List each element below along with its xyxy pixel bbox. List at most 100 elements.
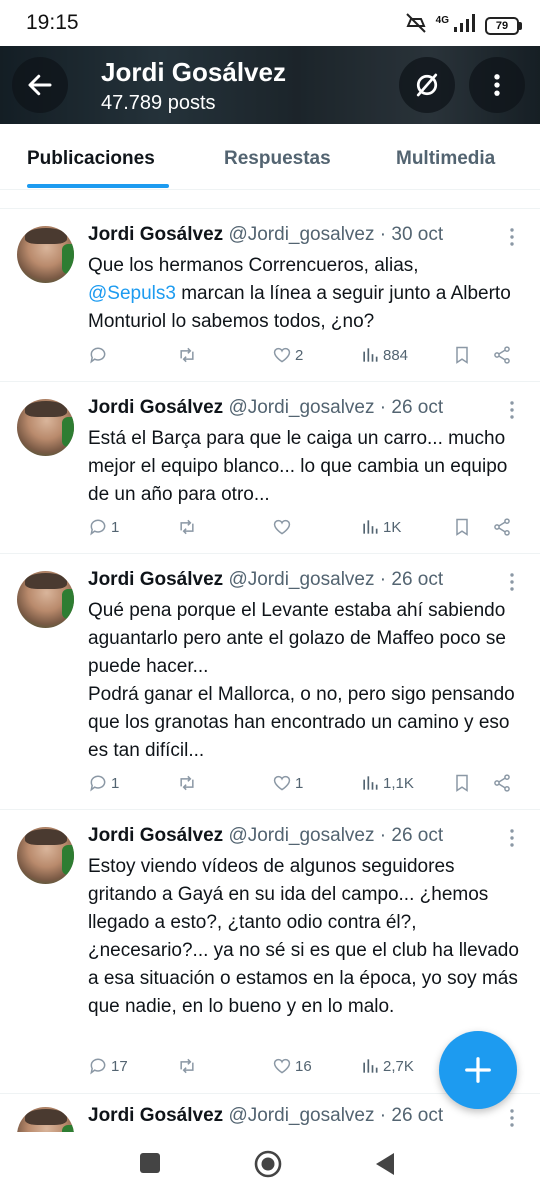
like-count: 1 (295, 774, 304, 792)
notifications-off-button[interactable] (399, 57, 455, 113)
retweet-button[interactable] (176, 517, 201, 537)
more-vertical-icon (510, 228, 514, 246)
battery-icon: 79 (485, 16, 522, 35)
bookmark-button[interactable] (452, 773, 472, 793)
separator: · (379, 224, 387, 245)
separator: · (379, 1105, 387, 1126)
tweet-text-part: Que los hermanos Correncueros, alias, (88, 255, 419, 276)
bookmark-button[interactable] (452, 517, 472, 537)
profile-header: Jordi Gosálvez 47.789 posts (0, 46, 540, 124)
tweet-menu-button[interactable] (505, 827, 519, 854)
author-name[interactable]: Jordi Gosálvez (88, 569, 223, 590)
tweet-header: Jordi Gosálvez @Jordi_gosalvez · 30 oct (88, 224, 443, 246)
author-handle[interactable]: @Jordi_gosalvez (228, 825, 374, 846)
view-count: 2,7K (383, 1057, 414, 1075)
share-button[interactable] (492, 773, 512, 793)
recents-button[interactable] (139, 1152, 161, 1179)
network-type: 4G (435, 15, 449, 26)
tab-publicaciones[interactable]: Publicaciones (27, 148, 155, 170)
back-nav-button[interactable] (374, 1152, 396, 1181)
retweet-button[interactable] (176, 773, 201, 793)
active-tab-indicator (27, 184, 169, 188)
retweet-icon (180, 347, 194, 363)
home-circle-icon (254, 1150, 282, 1178)
more-vertical-icon (494, 74, 500, 96)
mention-link[interactable]: @Sepuls3 (88, 283, 176, 304)
share-icon (494, 518, 510, 536)
reply-button[interactable]: 1 (88, 517, 119, 537)
tweet-menu-button[interactable] (505, 399, 519, 426)
tweet-menu-button[interactable] (505, 571, 519, 598)
like-button[interactable]: 1 (272, 773, 303, 793)
avatar[interactable] (17, 399, 74, 456)
avatar[interactable] (17, 571, 74, 628)
tweet-date[interactable]: 26 oct (391, 825, 443, 846)
author-handle[interactable]: @Jordi_gosalvez (228, 224, 374, 245)
tweet-text: Estoy viendo vídeos de algunos seguidore… (88, 856, 519, 1017)
tweet-menu-button[interactable] (505, 1107, 519, 1132)
reply-button[interactable] (88, 345, 111, 365)
triangle-back-icon (376, 1153, 394, 1175)
home-button[interactable] (253, 1149, 283, 1184)
avatar[interactable] (17, 827, 74, 884)
tweet-date[interactable]: 26 oct (391, 569, 443, 590)
more-options-button[interactable] (469, 57, 525, 113)
views-button[interactable]: 1,1K (360, 773, 414, 793)
author-name[interactable]: Jordi Gosálvez (88, 1105, 223, 1126)
tweet-date[interactable]: 30 oct (391, 224, 443, 245)
tweet-actions: 2 884 (88, 345, 528, 371)
retweet-icon (180, 775, 194, 791)
tweet-date[interactable]: 26 oct (391, 1105, 443, 1126)
like-button[interactable]: 2 (272, 345, 303, 365)
tweet-header: Jordi Gosálvez @Jordi_gosalvez · 26 oct (88, 825, 443, 847)
author-name[interactable]: Jordi Gosálvez (88, 825, 223, 846)
author-name[interactable]: Jordi Gosálvez (88, 224, 223, 245)
back-button[interactable] (12, 57, 68, 113)
more-vertical-icon (510, 829, 514, 847)
share-icon (494, 346, 510, 364)
system-nav-bar (0, 1132, 540, 1199)
reply-button[interactable]: 1 (88, 773, 119, 793)
bookmark-button[interactable] (452, 345, 472, 365)
status-icons: 4G 79 (404, 11, 522, 40)
retweet-icon (180, 1058, 194, 1074)
like-count: 16 (295, 1057, 312, 1075)
status-bar: 19:15 4G 79 (0, 0, 540, 46)
avatar[interactable] (17, 226, 74, 283)
retweet-button[interactable] (176, 345, 201, 365)
like-button[interactable] (272, 517, 295, 537)
tab-multimedia[interactable]: Multimedia (396, 148, 495, 170)
views-button[interactable]: 884 (360, 345, 408, 365)
views-button[interactable]: 1K (360, 517, 401, 537)
bookmark-icon (456, 518, 468, 536)
reply-icon (90, 519, 106, 536)
tweet-actions: 1 1K (88, 517, 528, 543)
post-count: 47.789 posts (101, 92, 216, 114)
share-icon (494, 774, 510, 792)
views-button[interactable]: 2,7K (360, 1056, 414, 1076)
retweet-icon (180, 519, 194, 535)
like-count: 2 (295, 346, 304, 364)
tweet-date[interactable]: 26 oct (391, 397, 443, 418)
author-handle[interactable]: @Jordi_gosalvez (228, 569, 374, 590)
tweet[interactable]: Jordi Gosálvez @Jordi_gosalvez · 26 oct … (0, 555, 540, 810)
reply-button[interactable]: 17 (88, 1056, 128, 1076)
mute-icon (404, 11, 428, 40)
tweet-menu-button[interactable] (505, 226, 519, 253)
tab-respuestas[interactable]: Respuestas (224, 148, 331, 170)
separator: · (379, 569, 387, 590)
share-button[interactable] (492, 517, 512, 537)
tweet[interactable]: Jordi Gosálvez @Jordi_gosalvez · 30 oct … (0, 210, 540, 382)
author-handle[interactable]: @Jordi_gosalvez (228, 397, 374, 418)
compose-button[interactable] (439, 1031, 517, 1109)
avatar[interactable] (17, 1107, 74, 1132)
retweet-button[interactable] (176, 1056, 201, 1076)
profile-name: Jordi Gosálvez (101, 57, 286, 87)
tweet[interactable]: Jordi Gosálvez @Jordi_gosalvez · 26 oct … (0, 383, 540, 554)
like-button[interactable]: 16 (272, 1056, 312, 1076)
author-handle[interactable]: @Jordi_gosalvez (228, 1105, 374, 1126)
author-name[interactable]: Jordi Gosálvez (88, 397, 223, 418)
tweet-text: Que los hermanos Correncueros, alias, @Se… (88, 252, 528, 336)
tweet-header: Jordi Gosálvez @Jordi_gosalvez · 26 oct (88, 397, 443, 419)
share-button[interactable] (492, 345, 512, 365)
